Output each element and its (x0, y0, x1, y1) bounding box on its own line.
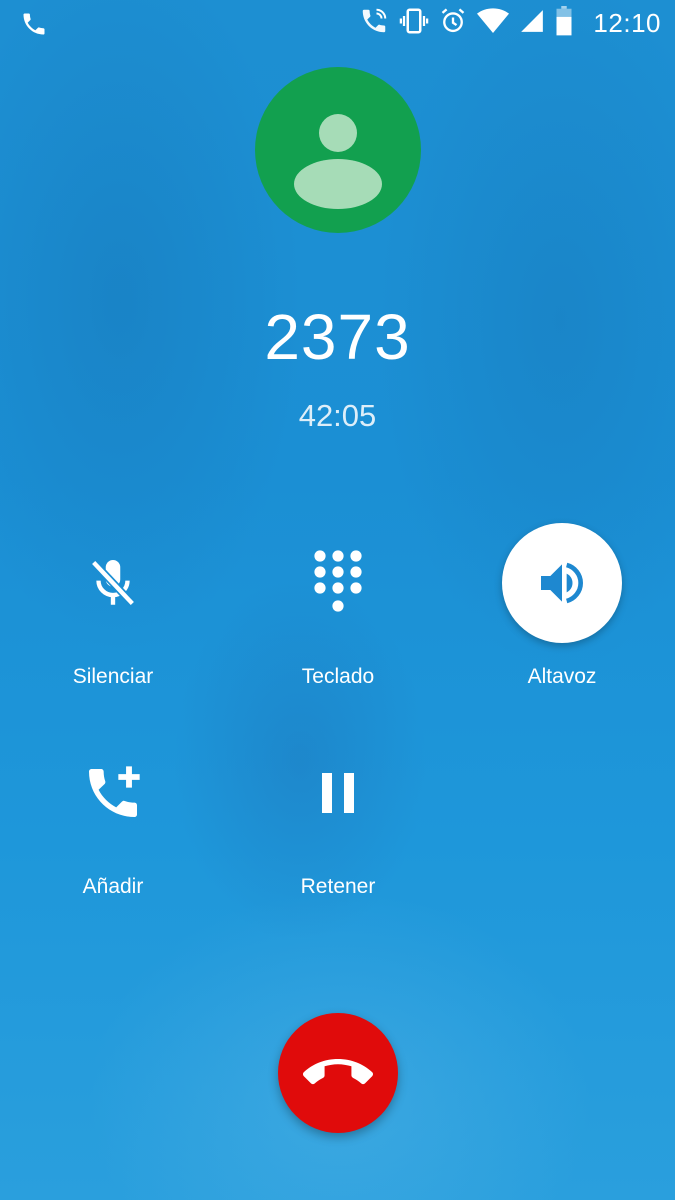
wifi-icon (477, 7, 510, 40)
person-icon (294, 114, 382, 209)
signal-icon (519, 8, 545, 39)
speaker-icon (502, 523, 622, 643)
end-call-icon (303, 1059, 373, 1085)
mic-off-icon (53, 523, 173, 643)
speaker-button[interactable]: Altavoz (462, 523, 662, 689)
add-call-label: Añadir (82, 875, 144, 898)
add-call-icon (53, 733, 173, 853)
battery-icon (555, 6, 573, 41)
phone-icon (20, 10, 48, 43)
dialpad-button[interactable]: Teclado (238, 523, 438, 689)
speaker-label: Altavoz (527, 665, 597, 688)
add-call-button[interactable]: Añadir (13, 733, 213, 899)
dialpad-icon (278, 523, 398, 643)
clock: 12:10 (593, 8, 661, 38)
pause-icon (278, 733, 398, 853)
caller-number: 2373 (264, 301, 411, 373)
mute-button[interactable]: Silenciar (13, 523, 213, 689)
status-bar: 12:10 (0, 0, 675, 48)
wifi-call-icon (359, 6, 389, 41)
hold-button[interactable]: Retener (238, 733, 438, 899)
vibrate-icon (399, 6, 429, 41)
alarm-icon (439, 7, 467, 40)
contact-avatar (255, 67, 421, 233)
mute-label: Silenciar (72, 665, 154, 688)
dialpad-label: Teclado (301, 665, 375, 688)
call-duration: 42:05 (298, 398, 377, 433)
end-call-button[interactable] (278, 1013, 398, 1133)
hold-label: Retener (300, 875, 376, 898)
